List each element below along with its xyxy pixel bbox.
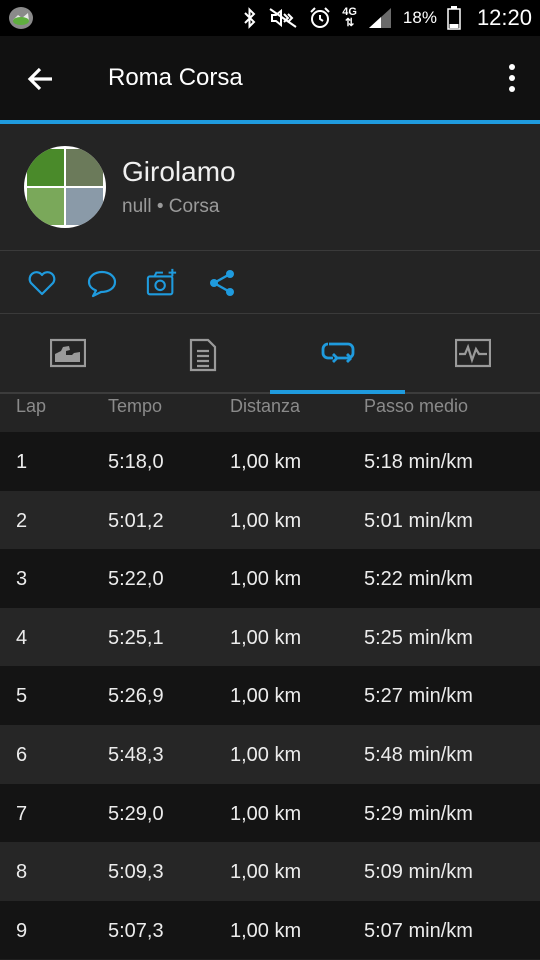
table-row: 5 5:26,9 1,00 km 5:27 min/km <box>0 666 540 725</box>
lap-number: 4 <box>16 626 28 649</box>
document-icon <box>189 338 216 372</box>
laps-table: 1 5:18,0 1,00 km 5:18 min/km 2 5:01,2 1,… <box>0 432 540 960</box>
alarm-icon <box>310 7 330 28</box>
camera-add-icon[interactable] <box>146 267 178 299</box>
bluetooth-icon <box>244 7 256 29</box>
action-bar <box>0 251 540 313</box>
athlete-name: Girolamo <box>122 156 236 187</box>
lap-time: 5:18,0 <box>108 451 164 473</box>
lap-distance: 1,00 km <box>230 743 302 766</box>
lap-time: 5:29,0 <box>108 802 164 825</box>
activity-header: Girolamo null • Corsa <box>0 124 540 250</box>
lap-time: 5:09,3 <box>108 861 164 884</box>
chart-icon <box>49 338 86 368</box>
table-row: 9 5:07,3 1,00 km 5:07 min/km <box>0 900 540 960</box>
battery-percent: 18% <box>402 8 437 27</box>
header-pace: Passo medio <box>364 396 469 416</box>
table-row: 2 5:01,2 1,00 km 5:01 min/km <box>0 490 540 550</box>
tab-chart[interactable] <box>0 314 135 394</box>
lap-time: 5:07,3 <box>108 919 164 942</box>
lap-time: 5:22,0 <box>108 568 164 591</box>
lap-pace: 5:07 min/km <box>364 919 473 942</box>
avatar[interactable] <box>24 146 106 228</box>
battery-icon <box>447 6 461 30</box>
lap-number: 1 <box>16 451 28 473</box>
comment-icon[interactable] <box>86 267 118 299</box>
lap-pace: 5:22 min/km <box>364 568 473 591</box>
table-row: 3 5:22,0 1,00 km 5:22 min/km <box>0 549 540 608</box>
lap-number: 2 <box>16 509 28 532</box>
table-row: 1 5:18,0 1,00 km 5:18 min/km <box>0 432 540 491</box>
lap-distance: 1,00 km <box>230 861 302 884</box>
mute-icon <box>269 8 297 28</box>
app-bar: Roma Corsa <box>0 36 540 120</box>
page-title: Roma Corsa <box>108 64 243 91</box>
tab-stats[interactable] <box>405 314 540 394</box>
lap-pace: 5:09 min/km <box>364 861 473 884</box>
table-row: 8 5:09,3 1,00 km 5:09 min/km <box>0 842 540 901</box>
lap-pace: 5:01 min/km <box>364 509 473 532</box>
tab-laps[interactable] <box>270 314 405 394</box>
network-type: 4G ⇅ <box>342 6 357 29</box>
lap-distance: 1,00 km <box>230 451 302 473</box>
lap-distance: 1,00 km <box>230 919 302 942</box>
lap-distance: 1,00 km <box>230 568 302 591</box>
table-row: 7 5:29,0 1,00 km 5:29 min/km <box>0 783 540 843</box>
table-row: 6 5:48,3 1,00 km 5:48 min/km <box>0 724 540 784</box>
lap-distance: 1,00 km <box>230 685 302 708</box>
lap-distance: 1,00 km <box>230 802 302 825</box>
lap-time: 5:01,2 <box>108 509 164 532</box>
header-lap: Lap <box>16 396 47 416</box>
lap-number: 5 <box>16 685 28 708</box>
lap-time: 5:26,9 <box>108 685 164 708</box>
lap-number: 6 <box>16 743 28 766</box>
header-time: Tempo <box>108 396 163 416</box>
back-arrow-icon[interactable] <box>22 60 60 98</box>
lap-distance: 1,00 km <box>230 626 302 649</box>
lap-number: 8 <box>16 861 28 884</box>
signal-icon <box>368 8 391 28</box>
lap-time: 5:48,3 <box>108 743 164 766</box>
status-bar: 4G ⇅ 18% 12:20 <box>0 0 540 36</box>
lap-number: 9 <box>16 919 28 942</box>
table-row: 4 5:25,1 1,00 km 5:25 min/km <box>0 607 540 667</box>
lap-number: 3 <box>16 568 28 591</box>
lap-pace: 5:25 min/km <box>364 626 473 649</box>
laps-table-header: Lap Tempo Distanza Passo medio <box>0 394 540 432</box>
lap-pace: 5:18 min/km <box>364 451 473 473</box>
lap-distance: 1,00 km <box>230 509 302 532</box>
laps-loop-icon <box>321 342 354 363</box>
share-icon[interactable] <box>206 267 238 299</box>
tab-details[interactable] <box>135 314 270 394</box>
app-notification-icon <box>9 7 33 29</box>
clock: 12:20 <box>476 5 532 30</box>
activity-subtitle: null • Corsa <box>122 196 220 217</box>
activity-graph-icon <box>454 338 491 368</box>
header-distance: Distanza <box>230 396 301 416</box>
more-options-icon[interactable] <box>504 62 520 94</box>
lap-number: 7 <box>16 802 28 825</box>
tab-bar <box>0 314 540 394</box>
lap-pace: 5:27 min/km <box>364 685 473 708</box>
lap-pace: 5:48 min/km <box>364 743 473 766</box>
lap-pace: 5:29 min/km <box>364 802 473 825</box>
lap-time: 5:25,1 <box>108 626 164 649</box>
heart-icon[interactable] <box>26 267 58 299</box>
